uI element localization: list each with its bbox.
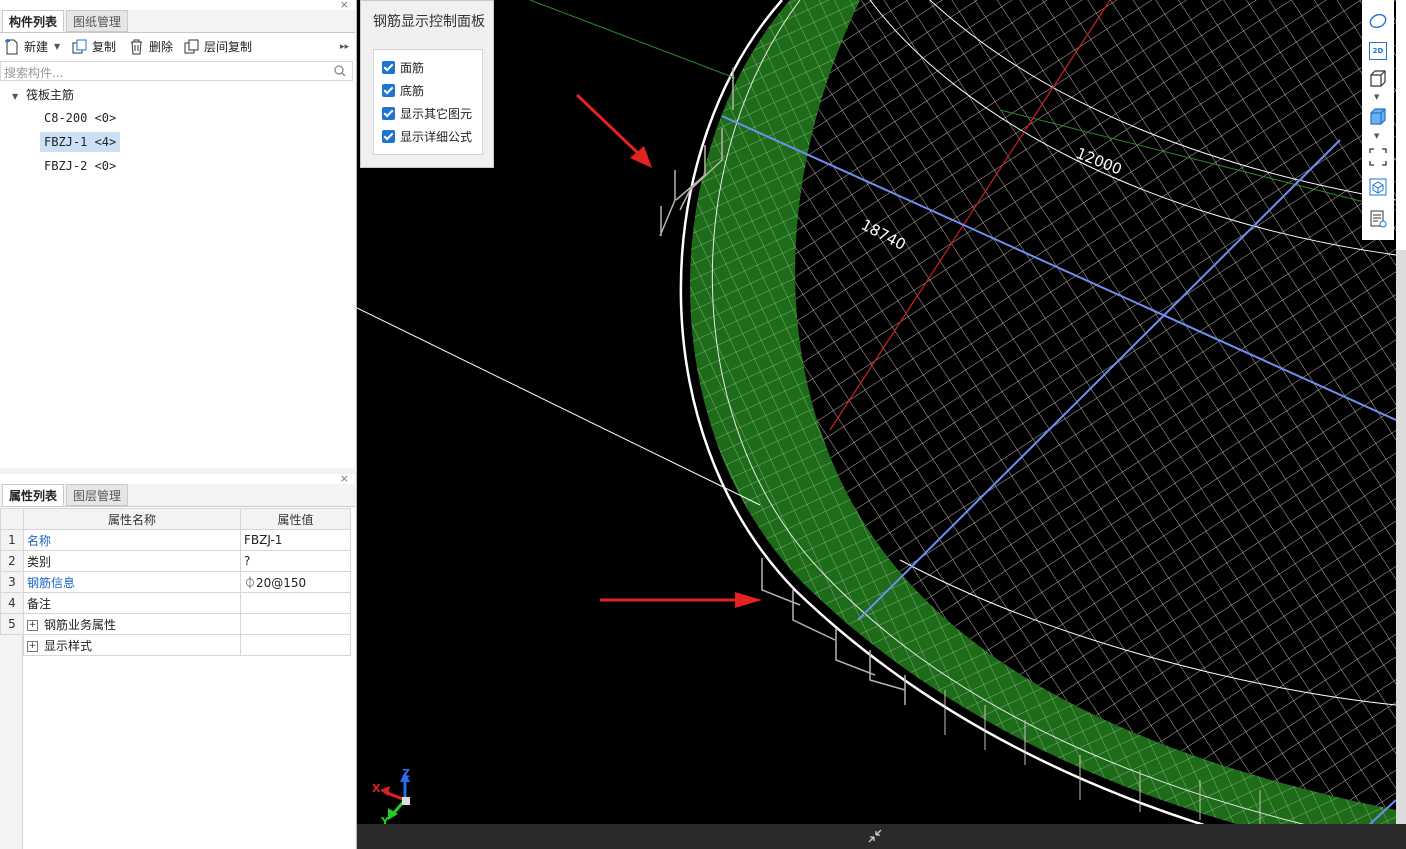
view-dropdown-icon[interactable]: ▼ [1374,93,1379,101]
property-panel-tabs: 属性列表 图层管理 [0,484,355,507]
tab-property-list[interactable]: 属性列表 [2,484,65,506]
component-search-input[interactable]: 搜索构件... [0,61,353,81]
tree-node-raft-main-rebar[interactable]: ▼ 筏板主筋 [12,86,74,104]
property-table-gutter [0,635,23,849]
expand-plus-icon[interactable]: + [27,640,38,652]
checkbox-checked-icon [382,61,395,74]
component-list-panel: × 构件列表 图纸管理 新建 ▼ 复制 删除 层间复制 ▸▸ 搜索构件... ▼… [0,0,355,468]
tab-drawing-management[interactable]: 图纸管理 [66,10,129,32]
control-panel-title: 钢筋显示控制面板 [373,14,485,30]
property-table-header: 属性名称 属性值 [0,508,351,530]
trash-icon [131,39,142,55]
axis-z-label: Z [402,767,410,780]
header-property-name: 属性名称 [23,508,241,530]
toolbar-overflow-icon[interactable]: ▸▸ [340,36,349,58]
view-settings-icon[interactable] [1369,210,1387,228]
left-sidebar: × 构件列表 图纸管理 新建 ▼ 复制 删除 层间复制 ▸▸ 搜索构件... ▼… [0,0,357,849]
tree-item-c8-200[interactable]: C8-200 <0> [40,108,120,128]
solid-view-icon[interactable] [1369,108,1387,126]
restore-view-icon[interactable] [867,828,883,844]
control-panel-options: 面筋 底筋 显示其它图元 显示详细公式 [373,49,483,155]
orbit-view-icon[interactable] [1369,12,1387,30]
tab-layer-management[interactable]: 图层管理 [66,484,129,506]
zoom-extents-icon[interactable] [1369,148,1387,166]
view-toolbar: 2D ▼ ▼ [1362,0,1394,240]
property-row-rebar-info[interactable]: 3 钢筋信息 ⏀20@150 [0,571,351,593]
tree-node-label: 筏板主筋 [25,88,74,102]
checkbox-checked-icon [382,130,395,143]
tree-item-fbzj-1[interactable]: FBZJ-1 <4> [40,132,121,152]
header-property-value: 属性值 [240,508,351,530]
tree-item-fbzj-2[interactable]: FBZJ-2 <0> [40,156,120,176]
copy-icon [72,39,87,54]
property-row-rebar-business[interactable]: 5 + 钢筋业务属性 [0,613,351,635]
render-dropdown-icon[interactable]: ▼ [1374,132,1379,140]
axis-x-label: X [372,782,381,795]
component-toolbar: 新建 ▼ 复制 删除 层间复制 ▸▸ [0,36,355,58]
component-panel-tabs: 构件列表 图纸管理 [0,10,355,33]
checkbox-checked-icon [382,84,395,97]
expand-plus-icon[interactable]: + [27,619,38,631]
component-panel-close-icon[interactable]: × [340,0,349,10]
property-row-display-style[interactable]: 14 +显示样式 [0,634,351,656]
isometric-cube-icon[interactable] [1369,178,1387,196]
checkbox-checked-icon [382,107,395,120]
3d-box-view-icon[interactable] [1369,70,1387,88]
tab-component-list[interactable]: 构件列表 [2,10,65,32]
property-list-panel: × 属性列表 图层管理 属性名称 属性值 1 名称 FBZJ-1 2 类别 ? … [0,473,355,849]
rebar-display-control-panel: 钢筋显示控制面板 面筋 底筋 显示其它图元 显示详细公式 [360,0,494,168]
property-row-name[interactable]: 1 名称 FBZJ-1 [0,529,351,551]
property-panel-close-icon[interactable]: × [340,473,349,484]
property-table: 属性名称 属性值 1 名称 FBZJ-1 2 类别 ? 3 钢筋信息 ⏀20@1… [0,508,351,656]
new-button[interactable]: 新建 ▼ [4,36,62,58]
property-row-category[interactable]: 2 类别 ? [0,550,351,572]
right-edge-top [1396,0,1406,250]
property-row-remark[interactable]: 4 备注 [0,592,351,614]
new-file-icon [5,39,18,55]
new-dropdown-icon[interactable]: ▼ [54,36,60,58]
right-edge-strip [1396,250,1406,849]
search-placeholder: 搜索构件... [4,66,64,80]
search-icon[interactable] [334,65,346,77]
status-bar [357,824,1406,849]
floor-copy-icon [184,39,199,54]
tree-expand-icon[interactable]: ▼ [12,92,18,101]
2d-view-icon[interactable]: 2D [1369,42,1387,60]
